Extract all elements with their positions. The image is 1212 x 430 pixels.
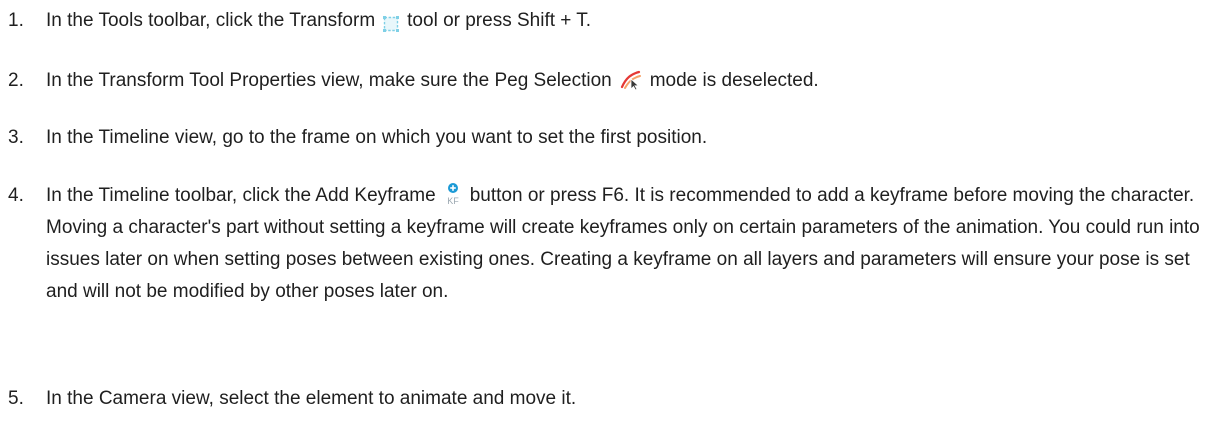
transform-tool-icon bbox=[383, 11, 400, 32]
step-text: In the Transform Tool Properties view, m… bbox=[46, 65, 1204, 97]
step-text: In the Camera view, select the element t… bbox=[46, 388, 577, 409]
step-number: 1. bbox=[8, 10, 24, 31]
peg-selection-icon bbox=[620, 69, 642, 91]
add-keyframe-icon: KF bbox=[444, 182, 462, 206]
step-4: 4. In the Timeline toolbar, click the Ad… bbox=[8, 180, 1204, 308]
step-text-before: In the Tools toolbar, click the Transfor… bbox=[46, 10, 376, 31]
step-3: 3. In the Timeline view, go to the frame… bbox=[8, 122, 1204, 154]
step-text: In the Timeline view, go to the frame on… bbox=[46, 127, 708, 148]
step-text-before: In the Timeline toolbar, click the Add K… bbox=[46, 185, 436, 206]
step-text: In the Tools toolbar, click the Transfor… bbox=[46, 5, 1204, 37]
step-number: 2. bbox=[8, 70, 24, 91]
step-text-after: mode is deselected. bbox=[649, 70, 819, 91]
step-2: 2. In the Transform Tool Properties view… bbox=[8, 65, 1204, 97]
instruction-list: 1. In the Tools toolbar, click the Trans… bbox=[0, 0, 1212, 430]
step-text-after: tool or press Shift + T. bbox=[407, 10, 592, 31]
step-number: 3. bbox=[8, 127, 24, 148]
step-5: 5. In the Camera view, select the elemen… bbox=[8, 383, 1204, 415]
svg-text:KF: KF bbox=[447, 196, 459, 206]
step-text-before: In the Transform Tool Properties view, m… bbox=[46, 70, 612, 91]
step-1: 1. In the Tools toolbar, click the Trans… bbox=[8, 5, 1204, 37]
step-number: 4. bbox=[8, 185, 24, 206]
step-number: 5. bbox=[8, 388, 24, 409]
step-text: In the Timeline toolbar, click the Add K… bbox=[46, 180, 1204, 308]
